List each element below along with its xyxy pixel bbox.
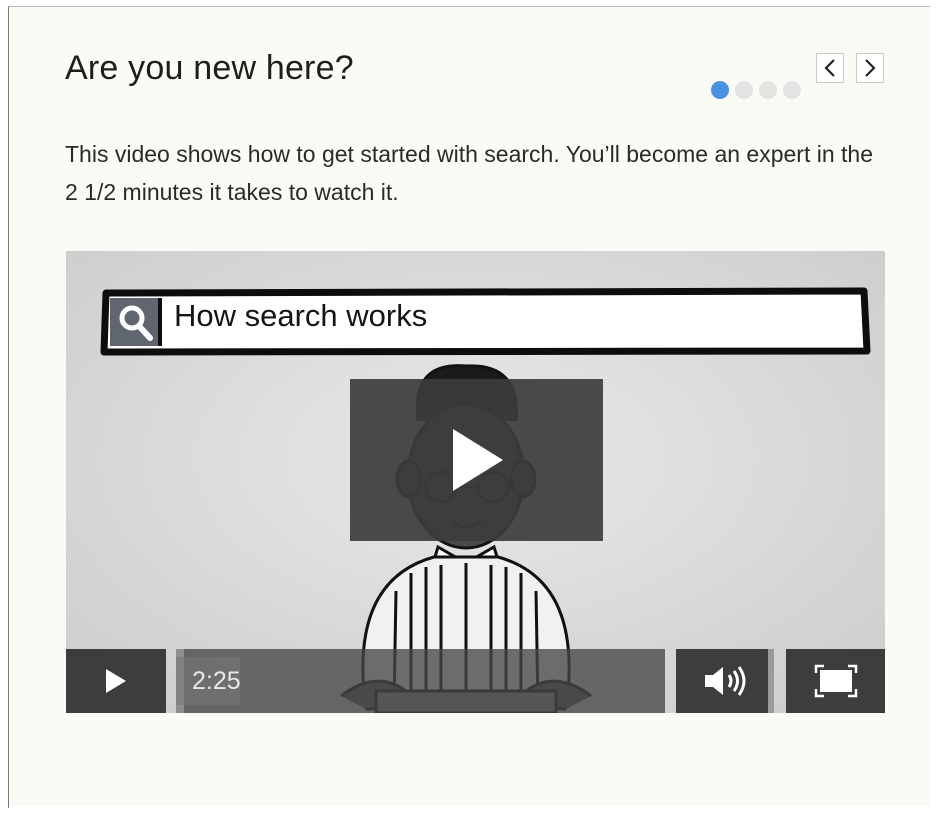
previous-button[interactable]	[816, 53, 844, 83]
play-icon	[452, 429, 503, 491]
chevron-right-icon	[865, 59, 876, 77]
pager-dot-1[interactable]	[711, 81, 729, 99]
pager-dot-2[interactable]	[735, 81, 753, 99]
intro-panel: Are you new here? This video shows how t…	[8, 6, 930, 808]
play-button[interactable]	[66, 649, 166, 713]
video-controls: 2:25	[66, 649, 885, 713]
panel-description: This video shows how to get started with…	[65, 141, 874, 205]
pager-dot-4[interactable]	[783, 81, 801, 99]
fullscreen-button[interactable]	[786, 649, 885, 713]
chevron-left-icon	[824, 59, 835, 77]
illustration-search-text: How search works	[174, 298, 428, 333]
video-player[interactable]: How search works 2:25	[66, 251, 885, 713]
volume-button[interactable]	[676, 649, 774, 713]
pager-dot-3[interactable]	[759, 81, 777, 99]
carousel-pager	[711, 81, 801, 99]
big-play-button[interactable]	[350, 379, 603, 541]
current-time: 2:25	[192, 667, 241, 695]
fullscreen-icon	[814, 664, 857, 698]
volume-icon	[705, 666, 746, 696]
seek-bar[interactable]: 2:25	[176, 649, 665, 713]
volume-edge	[768, 649, 774, 713]
next-button[interactable]	[856, 53, 884, 83]
panel-bottom-edge	[9, 806, 930, 816]
play-icon	[106, 669, 126, 693]
panel-title: Are you new here?	[65, 49, 354, 87]
